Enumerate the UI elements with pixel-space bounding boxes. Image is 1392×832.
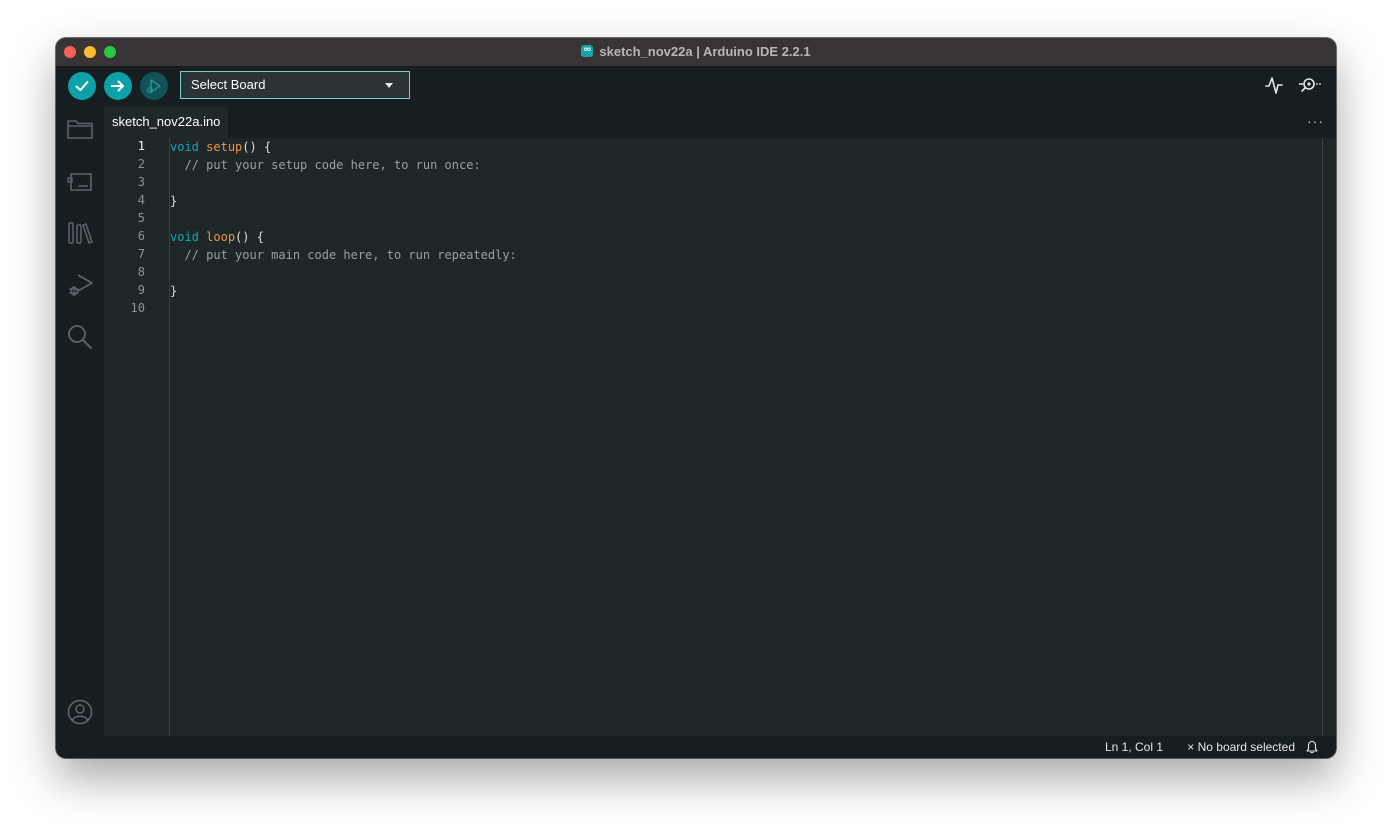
code-line[interactable]: void loop() { bbox=[170, 228, 264, 246]
debug-icon[interactable] bbox=[66, 271, 94, 299]
arrow-right-icon bbox=[111, 80, 124, 92]
line-number: 9 bbox=[137, 283, 145, 297]
serial-plotter-icon[interactable] bbox=[1264, 75, 1284, 95]
activity-sidebar bbox=[56, 107, 104, 736]
chevron-down-icon bbox=[385, 83, 393, 88]
line-number-gutter: 1 2 3 4 5 6 7 8 9 10 bbox=[104, 138, 170, 736]
line-number: 10 bbox=[130, 301, 145, 315]
code-line[interactable]: } bbox=[170, 192, 177, 210]
bell-icon[interactable] bbox=[1306, 740, 1318, 754]
title-bar: sketch_nov22a | Arduino IDE 2.2.1 bbox=[56, 38, 1336, 67]
line-number: 3 bbox=[137, 175, 145, 189]
editor-tab-bar: sketch_nov22a.ino ··· bbox=[104, 107, 1336, 138]
debug-button[interactable] bbox=[140, 72, 168, 100]
line-number: 4 bbox=[137, 193, 145, 207]
code-token: void bbox=[170, 140, 199, 154]
line-number: 6 bbox=[137, 229, 145, 243]
board-selector[interactable]: Select Board bbox=[180, 71, 410, 99]
editor-scrollbar[interactable] bbox=[1322, 138, 1323, 736]
more-actions-button[interactable]: ··· bbox=[1307, 113, 1324, 129]
line-number: 1 bbox=[137, 139, 145, 153]
board-status[interactable]: × No board selected bbox=[1187, 740, 1295, 754]
upload-button[interactable] bbox=[104, 72, 132, 100]
ide-window: sketch_nov22a | Arduino IDE 2.2.1 Select… bbox=[56, 38, 1336, 758]
line-number: 7 bbox=[137, 247, 145, 261]
line-number: 2 bbox=[137, 157, 145, 171]
code-line[interactable]: // put your main code here, to run repea… bbox=[170, 246, 517, 264]
tab-sketch-file[interactable]: sketch_nov22a.ino bbox=[104, 107, 229, 138]
code-line[interactable]: void setup() { bbox=[170, 138, 271, 156]
debug-play-icon bbox=[147, 79, 161, 93]
code-token: void bbox=[170, 230, 199, 244]
library-icon[interactable] bbox=[66, 219, 94, 247]
folder-icon[interactable] bbox=[66, 115, 94, 143]
code-token: setup bbox=[206, 140, 243, 154]
search-icon[interactable] bbox=[66, 323, 94, 351]
code-token: // put your main code here, to run repea… bbox=[170, 248, 517, 262]
board-icon[interactable] bbox=[66, 167, 94, 195]
code-token: () { bbox=[242, 140, 272, 154]
code-token: } bbox=[170, 194, 178, 208]
arduino-logo-icon bbox=[581, 38, 594, 64]
cursor-position[interactable]: Ln 1, Col 1 bbox=[1105, 740, 1163, 754]
board-selector-label: Select Board bbox=[191, 77, 266, 92]
checkmark-icon bbox=[75, 81, 89, 91]
serial-monitor-icon[interactable] bbox=[1298, 75, 1324, 95]
verify-button[interactable] bbox=[68, 72, 96, 100]
code-token: loop bbox=[206, 230, 236, 244]
window-title: sketch_nov22a | Arduino IDE 2.2.1 bbox=[56, 38, 1336, 66]
code-editor[interactable]: 1 2 3 4 5 6 7 8 9 10 void setup() { // put your s… bbox=[104, 138, 1336, 736]
line-number: 8 bbox=[137, 265, 145, 279]
code-line[interactable]: } bbox=[170, 282, 177, 300]
window-title-text: sketch_nov22a | Arduino IDE 2.2.1 bbox=[599, 44, 811, 59]
line-number: 5 bbox=[137, 211, 145, 225]
toolbar: Select Board bbox=[56, 67, 1336, 107]
code-token: // put your setup code here, to run once… bbox=[170, 158, 481, 172]
status-bar: Ln 1, Col 1 × No board selected bbox=[56, 736, 1336, 758]
code-line[interactable]: // put your setup code here, to run once… bbox=[170, 156, 481, 174]
user-profile-icon[interactable] bbox=[66, 698, 94, 726]
code-token: () { bbox=[235, 230, 264, 244]
code-token: } bbox=[170, 284, 178, 298]
